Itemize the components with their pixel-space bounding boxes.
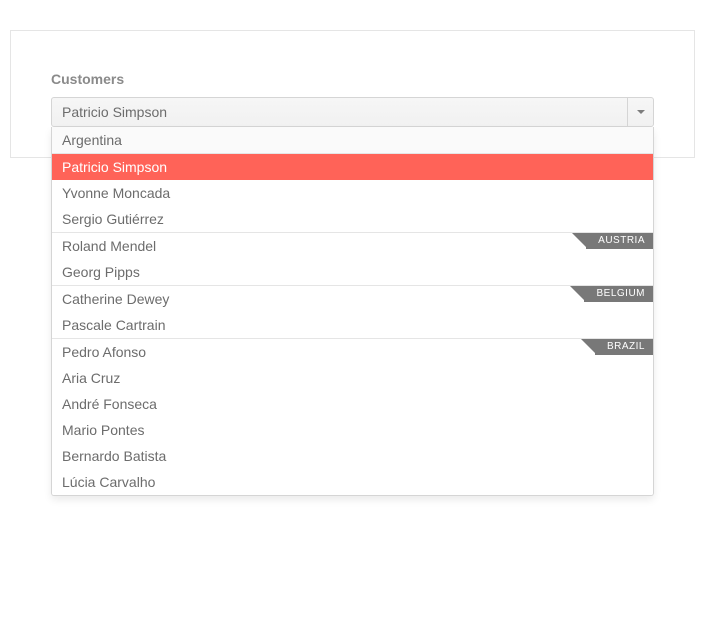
group-label: Argentina: [62, 132, 122, 148]
list-item[interactable]: Lúcia Carvalho: [52, 469, 653, 495]
panel: Customers Patricio Simpson ArgentinaPatr…: [10, 30, 695, 158]
list-item[interactable]: Roland Mendel: [52, 233, 653, 259]
group-wrap: Pedro AfonsoBRAZILAria CruzAndré Fonseca…: [52, 338, 653, 495]
group-flag: BELGIUM: [584, 286, 653, 302]
list-item[interactable]: Aria Cruz: [52, 365, 653, 391]
group-flag: AUSTRIA: [586, 233, 653, 249]
group-wrap: Catherine DeweyBELGIUMPascale Cartrain: [52, 285, 653, 338]
list-item[interactable]: Yvonne Moncada: [52, 180, 653, 206]
list-item[interactable]: Patricio Simpson: [52, 154, 653, 180]
group-first-row: Catherine DeweyBELGIUM: [52, 285, 653, 312]
combobox-selected-text: Patricio Simpson: [62, 104, 167, 120]
list-item[interactable]: Georg Pipps: [52, 259, 653, 285]
list-item[interactable]: Mario Pontes: [52, 417, 653, 443]
list-item[interactable]: André Fonseca: [52, 391, 653, 417]
chevron-down-icon[interactable]: [627, 98, 653, 126]
list-item[interactable]: Pedro Afonso: [52, 339, 653, 365]
group-header: Argentina: [52, 127, 653, 154]
section-title: Customers: [51, 71, 654, 87]
list-item[interactable]: Sergio Gutiérrez: [52, 206, 653, 232]
group-first-row: Roland MendelAUSTRIA: [52, 232, 653, 259]
group-first-row: Pedro AfonsoBRAZIL: [52, 338, 653, 365]
group-flag: BRAZIL: [595, 339, 653, 355]
customers-combobox[interactable]: Patricio Simpson: [51, 97, 654, 127]
combobox-popup: Argentina Patricio SimpsonYvonne MoncadaS…: [51, 127, 654, 496]
list-item[interactable]: Bernardo Batista: [52, 443, 653, 469]
list-item[interactable]: Catherine Dewey: [52, 286, 653, 312]
customers-combobox-wrap: Patricio Simpson ArgentinaPatricio Simps…: [51, 97, 654, 127]
group-wrap: Roland MendelAUSTRIAGeorg Pipps: [52, 232, 653, 285]
list-item[interactable]: Pascale Cartrain: [52, 312, 653, 338]
group-wrap: Argentina Patricio SimpsonYvonne MoncadaS…: [52, 127, 653, 232]
